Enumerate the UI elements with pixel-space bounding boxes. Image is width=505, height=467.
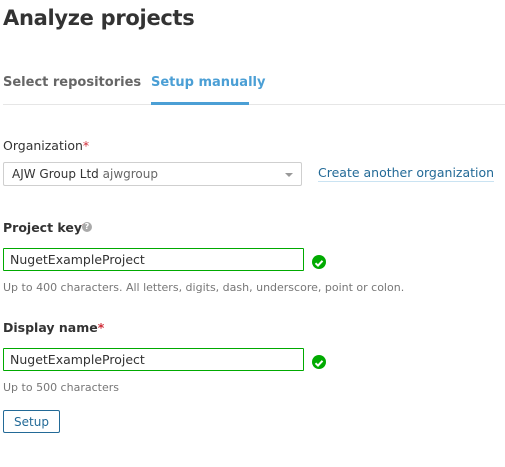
valid-check-icon	[312, 255, 326, 269]
display-name-label: Display name*	[3, 320, 105, 335]
tab-setup-manually[interactable]: Setup manually	[151, 75, 265, 90]
project-key-input[interactable]	[3, 248, 304, 271]
organization-name: AJW Group Ltd	[12, 167, 99, 181]
valid-check-icon	[312, 355, 326, 369]
setup-button[interactable]: Setup	[3, 410, 60, 433]
organization-key: ajwgroup	[102, 167, 158, 181]
project-key-help: Up to 400 characters. All letters, digit…	[3, 281, 405, 294]
organization-label: Organization*	[3, 138, 90, 153]
project-key-label: Project key*	[3, 220, 89, 235]
organization-select[interactable]: AJW Group Ltd ajwgroup	[3, 162, 302, 186]
display-name-input[interactable]	[3, 348, 304, 371]
chevron-down-icon	[285, 173, 293, 177]
create-organization-link[interactable]: Create another organization	[318, 165, 495, 182]
tab-select-repositories[interactable]: Select repositories	[3, 75, 141, 90]
page-title: Analyze projects	[3, 6, 195, 30]
help-icon[interactable]: ?	[82, 222, 92, 232]
display-name-help: Up to 500 characters	[3, 381, 119, 394]
tabs-divider	[3, 104, 505, 105]
active-tab-indicator	[151, 102, 249, 105]
